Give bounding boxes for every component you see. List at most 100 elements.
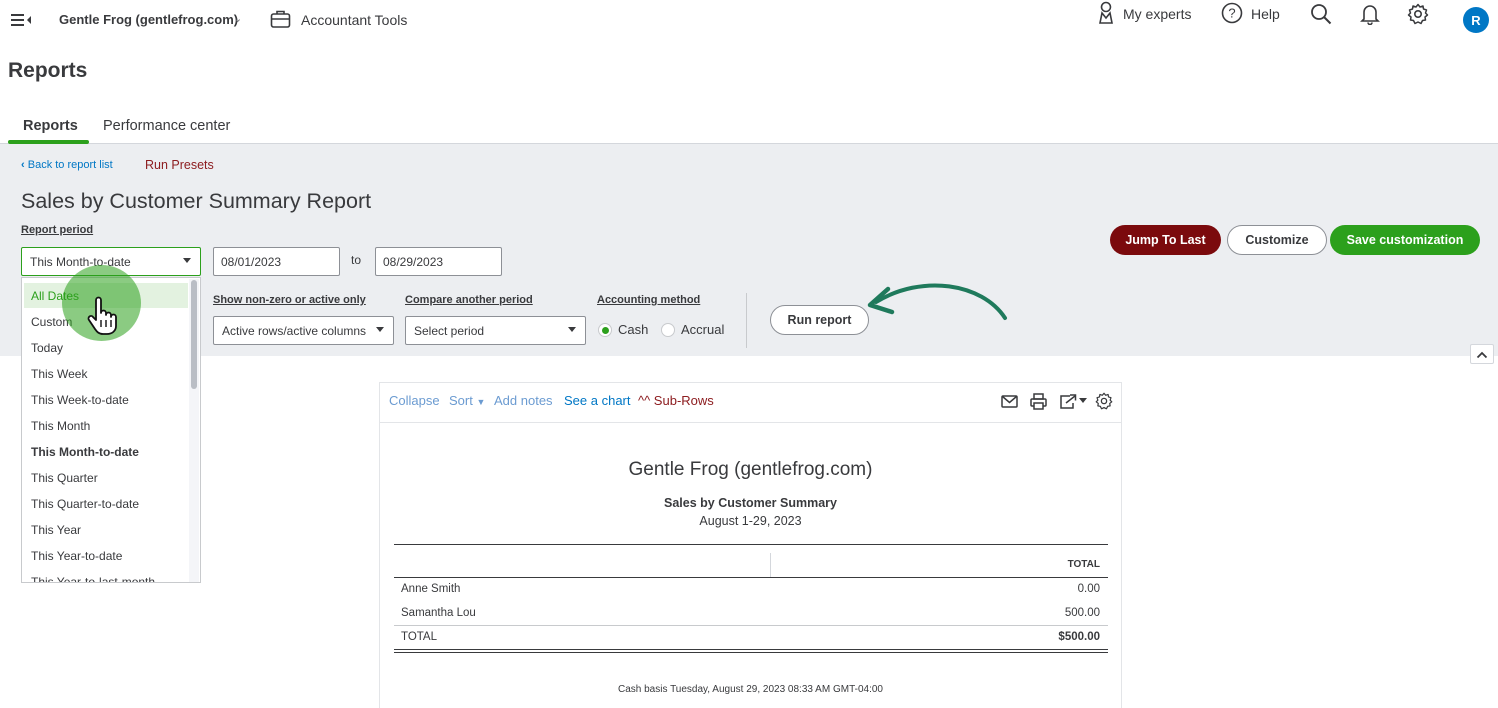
my-experts-button[interactable]: My experts xyxy=(1097,0,1191,28)
accrual-label: Accrual xyxy=(681,322,725,337)
dropdown-item[interactable]: This Month xyxy=(31,419,90,433)
briefcase-icon xyxy=(270,9,291,32)
chevron-up-icon xyxy=(1476,347,1488,362)
customize-button[interactable]: Customize xyxy=(1227,225,1327,255)
customer-total[interactable]: 500.00 xyxy=(1065,607,1100,619)
report-company-name: Gentle Frog (gentlefrog.com) xyxy=(628,459,873,480)
compare-period-label: Compare another period xyxy=(405,294,533,306)
divider xyxy=(394,625,1108,626)
see-chart-link[interactable]: See a chart xyxy=(564,393,631,408)
radio-empty-icon xyxy=(661,322,675,337)
report-period-label: Report period xyxy=(21,224,94,236)
cash-label: Cash xyxy=(618,322,649,337)
email-icon[interactable] xyxy=(1001,395,1018,411)
svg-text:?: ? xyxy=(1228,5,1235,20)
cash-radio[interactable]: Cash xyxy=(598,322,648,337)
run-report-button[interactable]: Run report xyxy=(770,305,869,335)
accountant-tools-label: Accountant Tools xyxy=(301,12,408,28)
caret-down-icon xyxy=(568,327,576,332)
dropdown-item[interactable]: This Year-to-date xyxy=(31,549,122,563)
dropdown-item[interactable]: This Week xyxy=(31,367,87,381)
tab-reports[interactable]: Reports xyxy=(23,118,78,134)
scrollbar-thumb[interactable] xyxy=(191,280,197,389)
annotation-arrow-icon xyxy=(867,283,1007,320)
caret-down-icon: ▼ xyxy=(476,397,486,407)
report-date-range: August 1-29, 2023 xyxy=(699,514,802,528)
accountant-tools-button[interactable]: Accountant Tools xyxy=(270,9,407,31)
save-customization-button[interactable]: Save customization xyxy=(1330,225,1480,255)
nonzero-value: Active rows/active columns xyxy=(222,323,367,338)
grand-total[interactable]: $500.00 xyxy=(1058,631,1100,643)
customer-total[interactable]: 0.00 xyxy=(1078,583,1100,595)
page-title: Reports xyxy=(8,59,88,82)
dropdown-scrollbar[interactable] xyxy=(189,279,199,582)
tab-bar: Reports Performance center xyxy=(0,113,1498,144)
sort-dropdown[interactable]: Sort ▼ xyxy=(449,393,485,408)
divider xyxy=(394,577,1108,578)
total-label: TOTAL xyxy=(401,631,437,643)
back-to-report-list-link[interactable]: ‹ Back to report list xyxy=(21,159,113,171)
column-separator xyxy=(770,553,771,577)
search-icon[interactable] xyxy=(1310,0,1332,28)
sub-rows-link[interactable]: ^^ Sub-Rows xyxy=(638,393,714,408)
divider xyxy=(394,649,1108,650)
divider xyxy=(394,652,1108,653)
export-icon[interactable] xyxy=(1059,393,1088,413)
dropdown-item[interactable]: This Quarter-to-date xyxy=(31,497,139,511)
dropdown-item[interactable]: This Quarter xyxy=(31,471,98,485)
report-name: Sales by Customer Summary xyxy=(664,496,837,510)
top-bar: Gentle Frog (gentlefrog.com) ⌄ Accountan… xyxy=(0,0,1498,40)
accrual-radio[interactable]: Accrual xyxy=(661,322,724,337)
dropdown-item[interactable]: This Year xyxy=(31,523,81,537)
nonzero-label: Show non-zero or active only xyxy=(213,294,366,306)
report-period-select[interactable]: This Month-to-date xyxy=(21,247,201,276)
run-presets-link[interactable]: Run Presets xyxy=(145,158,214,172)
hand-pointer-icon xyxy=(86,296,120,339)
compare-period-select[interactable]: Select period xyxy=(405,316,586,345)
collapse-link[interactable]: Collapse xyxy=(389,393,440,408)
menu-toggle-icon[interactable] xyxy=(11,12,33,28)
tab-performance-center[interactable]: Performance center xyxy=(103,118,230,134)
help-label: Help xyxy=(1251,6,1280,22)
accounting-method-label: Accounting method xyxy=(597,294,701,306)
radio-selected-icon xyxy=(598,322,612,337)
chevron-left-icon: ‹ xyxy=(21,159,25,171)
expert-icon xyxy=(1097,1,1115,28)
compare-period-placeholder: Select period xyxy=(414,323,485,338)
dropdown-item[interactable]: This Week-to-date xyxy=(31,393,129,407)
jump-to-last-button[interactable]: Jump To Last xyxy=(1110,225,1221,255)
collapse-settings-button[interactable] xyxy=(1470,344,1494,364)
print-icon[interactable] xyxy=(1030,393,1047,413)
add-notes-link[interactable]: Add notes xyxy=(494,393,553,408)
dropdown-item[interactable]: Today xyxy=(31,341,63,355)
caret-down-icon xyxy=(183,258,191,263)
dropdown-item[interactable]: This Year-to-last-month xyxy=(31,575,155,582)
column-header-total[interactable]: TOTAL xyxy=(1068,559,1100,570)
dropdown-item[interactable]: Custom xyxy=(31,315,72,329)
report-footer: Cash basis Tuesday, August 29, 2023 08:3… xyxy=(618,684,883,695)
date-from-input[interactable]: 08/01/2023 xyxy=(213,247,340,276)
report-period-value: This Month-to-date xyxy=(30,254,131,269)
divider xyxy=(746,293,747,348)
date-to-input[interactable]: 08/29/2023 xyxy=(375,247,502,276)
sort-label: Sort xyxy=(449,393,473,408)
company-name[interactable]: Gentle Frog (gentlefrog.com) xyxy=(59,12,238,27)
customer-name[interactable]: Samantha Lou xyxy=(401,607,476,619)
back-link-label: Back to report list xyxy=(27,159,113,171)
to-label: to xyxy=(351,253,362,267)
dropdown-item[interactable]: All Dates xyxy=(31,289,79,303)
help-icon: ? xyxy=(1221,2,1243,27)
report-document: Collapse Sort ▼ Add notes See a chart ^^… xyxy=(379,382,1122,708)
my-experts-label: My experts xyxy=(1123,6,1192,22)
customer-name[interactable]: Anne Smith xyxy=(401,583,460,595)
nonzero-select[interactable]: Active rows/active columns xyxy=(213,316,394,345)
report-title: Sales by Customer Summary Report xyxy=(21,189,372,213)
bell-icon[interactable] xyxy=(1360,0,1380,28)
help-button[interactable]: ? Help xyxy=(1221,0,1280,28)
gear-icon[interactable] xyxy=(1095,392,1113,413)
chevron-down-icon[interactable]: ⌄ xyxy=(233,12,242,25)
gear-icon[interactable] xyxy=(1407,0,1429,28)
report-toolbar: Collapse Sort ▼ Add notes See a chart ^^… xyxy=(380,383,1121,423)
user-avatar[interactable]: R xyxy=(1463,7,1489,33)
dropdown-item-selected[interactable]: This Month-to-date xyxy=(31,445,139,459)
